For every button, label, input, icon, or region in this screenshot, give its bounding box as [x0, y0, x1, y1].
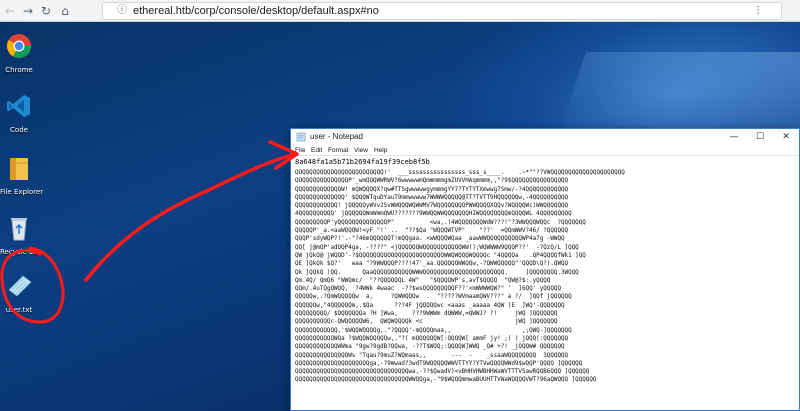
ascii-art-line: QW jQkQ@ jWQQD'-?$QQQQQQQQQQQQQQQQQQQQQQ… — [295, 252, 586, 259]
info-icon[interactable]: ⓘ — [117, 5, 129, 17]
address-bar[interactable]: ⓘ ethereal.htb/corp/console/desktop/defa… — [102, 2, 782, 20]
flag-hash-text: 8a648fa1a5b71b2694fa19f39ceb8f5b — [295, 158, 430, 166]
ascii-art-line: QQQQQQQQQP'yQQQQQQQQQQQQQQP" <wa,.!4WQQQ… — [295, 219, 586, 226]
ascii-art-line: QQQQQQQQQQQQQQQQQQQQQQQQQQQQQQQQWWQQga,-… — [295, 377, 597, 384]
notepad-app-icon — [296, 132, 306, 142]
forward-arrow-icon[interactable]: → — [20, 3, 36, 19]
desktop-icon-label: Chrome — [5, 66, 33, 74]
home-icon[interactable]: ⌂ — [57, 3, 73, 19]
ascii-art-line: QQQQQQQQQQc-QWQQQQQW6, QWQWQQQQk <c jWQ … — [295, 319, 558, 326]
back-arrow-icon[interactable]: ← — [2, 3, 18, 19]
notepad-title: user - Notepad — [310, 132, 363, 141]
menu-format[interactable]: Format — [328, 145, 349, 156]
notepad-text-area[interactable]: 8a648fa1a5b71b2694fa19f39ceb8f5b QQQQQQQ… — [295, 158, 795, 410]
desktop-icon-file-explorer[interactable]: File Explorer — [0, 154, 44, 197]
url-text[interactable]: ethereal.htb/corp/console/desktop/defaul… — [133, 4, 379, 19]
vscode-icon — [7, 95, 30, 117]
menu-file[interactable]: File — [295, 145, 305, 156]
desktop-icon-label: File Explorer — [0, 188, 44, 196]
notepad-menu-bar: File Edit Format View Help — [291, 145, 799, 156]
ascii-art-line: 4QQQQQQQQQQ' jQQQQQQWmWmmQWU???????9WWQQ… — [295, 211, 572, 218]
maximize-button[interactable]: ☐ — [747, 129, 773, 145]
desktop-icon-label: Recycle bin — [0, 248, 40, 256]
ascii-art-line: Qk ]QQkQ )QQ. QaaQQQQQQQQQQQWWWQQQQQQQQQ… — [295, 269, 579, 276]
desktop-icon-label: Code — [10, 126, 28, 134]
desktop-icon-user-txt[interactable]: user.txt — [0, 272, 38, 315]
ascii-art-line: QQQQQQw,"4QQQQQQm,.$Qa ???4F jQQQQQwc <a… — [295, 302, 565, 309]
menu-view[interactable]: View — [354, 145, 368, 156]
ascii-art-line: QQQQQQQQQQQQQQQQQQQQQga,-?9mwad?3wdT9WQQ… — [295, 360, 583, 367]
ascii-art-line: Qm.4Q/ QmQ6 "WWQmc/ "??QQQQQQL 4W" "$QQQ… — [295, 277, 551, 284]
ascii-art-line: QQQQQQQQQQQQ,'$WQQWQQQQg,."?QQQQ'-mQQQQm… — [295, 327, 572, 334]
ascii-art-line: QQ[ j@mQP'adQQP4ga, -????" <jQQQQQQWQQQQ… — [295, 244, 579, 251]
text-file-icon — [8, 275, 32, 297]
desktop-icon-code[interactable]: Code — [0, 92, 38, 135]
ascii-art-line: QQQQQQQQQQQQQQ' $QQQWTquDYauT9mmwwwww7WW… — [295, 194, 569, 201]
ascii-art-line: QQQP'sdyWQP?!'.-"?46mQQQQQQT!mQQgaa. <wW… — [295, 236, 565, 243]
ascii-art-line: QQm/.4uTQgQWQQ, ?4WWk 4waac -??$wsQQQQQQ… — [295, 286, 561, 293]
ascii-art-line: QQQQQw,.?QmWQQQQQw a, ?QWWQQQw . "?????W… — [295, 294, 572, 301]
more-icon[interactable]: ⋮ — [753, 5, 773, 16]
menu-edit[interactable]: Edit — [311, 145, 322, 156]
ascii-art-line: QQQQQQQQQQQQQQQP'_wmQQQWWRWV?6wwwwwmQmmm… — [295, 178, 569, 185]
ascii-art-block: QQQQQQQQQQQQQQQQQQQQQQQQQ!' ___sssssssss… — [295, 169, 795, 409]
ascii-art-line: QQQQQQQQQQQQQW! mQWQQQQX?qw#TTSgwwwwwgym… — [295, 186, 569, 193]
desktop-icon-label: user.txt — [5, 306, 33, 314]
folder-icon — [10, 158, 28, 180]
ascii-art-line: QQQQQQQQQQQQQQQQQQQQQQQQQ!' ___sssssssss… — [295, 170, 625, 176]
reload-icon[interactable]: ↻ — [38, 3, 54, 19]
ascii-art-line: QQQQQQQQQQQQ! jQQQQQyWVv2SvWWQQQWQWWMV7W… — [295, 203, 569, 210]
desktop-icon-chrome[interactable]: Chrome — [0, 32, 38, 75]
ascii-art-line: QQQQQQQQQQQQQQQWs "Tqau?9muZ?WQmaas,, --… — [295, 352, 569, 359]
ascii-art-line: QQQQQQQQQ/ $QQQQQQQa ?H ]Wwa, ???9WWWm d… — [295, 311, 558, 318]
notepad-window[interactable]: user - Notepad — ☐ ✕ File Edit Format Vi… — [290, 128, 800, 411]
ascii-art-line: QE ]QkQk $Q?' waa "?9WWQQQP???!47'_aa.QQ… — [295, 261, 569, 268]
desktop-icon-recycle-bin[interactable]: Recycle bin — [0, 214, 40, 257]
ascii-art-line: QQQQQQQQQQQQQQQQQQQQQQQQQQQQQQQQwa,-??$Q… — [295, 369, 590, 376]
ascii-art-line: QQQQQQQQQQQWQa ?$WQQWQQQQQw,."?( mQQQQQQ… — [295, 335, 569, 342]
ascii-art-line: QQQQQP'_a.<aaWQQQW!<yF "!' .. "??$Qa "WQ… — [295, 228, 569, 235]
minimize-button[interactable]: — — [721, 129, 747, 145]
browser-toolbar: ← → ↻ ⌂ ⓘ ethereal.htb/corp/console/desk… — [0, 0, 800, 22]
chrome-icon — [6, 34, 32, 59]
notepad-title-bar[interactable]: user - Notepad — ☐ ✕ — [291, 129, 799, 145]
close-button[interactable]: ✕ — [773, 129, 799, 145]
recycle-bin-icon — [11, 218, 27, 241]
menu-help[interactable]: Help — [374, 145, 387, 156]
ascii-art-line: QQQQQQQQQQQQWWma "9gw?9gdB?QQwa, -??T$WQ… — [295, 344, 565, 351]
